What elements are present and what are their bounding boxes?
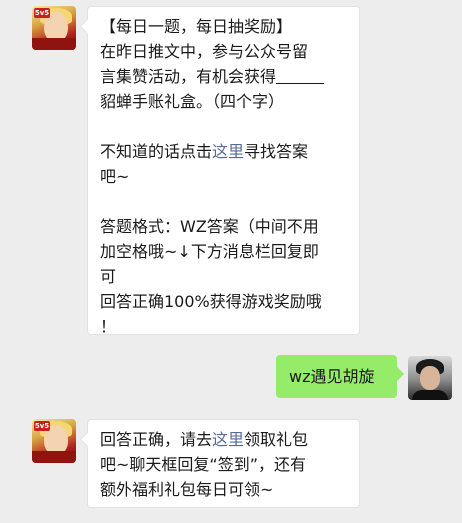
message-text: 不知道的话点击	[100, 142, 213, 161]
message-bubble-question: 【每日一题，每日抽奖励】 在昨日推文中，参与公众号留 言集赞活动，有机会获得 貂…	[87, 6, 360, 336]
message-line: 吧~	[100, 167, 130, 186]
message-line: 回答正确，请去这里领取礼包	[100, 427, 349, 452]
game-badge-icon: 5v5	[34, 421, 50, 431]
reward-link[interactable]: 这里	[212, 430, 244, 449]
message-line: 加空格哦~↓下方消息栏回复即	[100, 242, 319, 261]
empty-line	[100, 114, 349, 139]
message-text: 寻找答案	[244, 142, 309, 161]
message-bubble-reward: 回答正确，请去这里领取礼包 吧~聊天框回复“签到”，还有 额外福利礼包每日可领~	[87, 419, 360, 508]
user-face	[420, 366, 440, 390]
hero-armor	[32, 451, 76, 463]
message-bubble-user-answer: wz遇见胡旋	[276, 355, 397, 398]
message-line: 貂蝉手账礼盒。（四个字）	[100, 92, 285, 111]
message-line: 【每日一题，每日抽奖励】	[100, 17, 293, 36]
message-text: 言集赞活动，有机会获得	[100, 67, 277, 86]
message-line: 额外福利礼包每日可领~	[100, 480, 274, 499]
message-line: wz遇见胡旋	[289, 367, 375, 386]
message-line: 回答正确100%获得游戏奖励哦	[100, 292, 322, 311]
message-line: 不知道的话点击这里寻找答案	[100, 139, 349, 164]
hero-armor	[32, 38, 76, 50]
message-line: 言集赞活动，有机会获得	[100, 64, 349, 89]
empty-line	[100, 189, 349, 214]
message-line: 吧~聊天框回复“签到”，还有	[100, 455, 306, 474]
message-line: ！	[100, 317, 117, 336]
message-line: 在昨日推文中，参与公众号留	[100, 42, 309, 61]
user-body	[412, 390, 448, 400]
user-avatar[interactable]	[408, 356, 452, 400]
game-account-avatar[interactable]: 5v5	[32, 6, 76, 50]
game-account-avatar[interactable]: 5v5	[32, 419, 76, 463]
message-text: 回答正确，请去	[100, 430, 213, 449]
message-line: 可	[100, 267, 117, 286]
answer-link[interactable]: 这里	[212, 142, 244, 161]
answer-blank	[276, 65, 325, 84]
message-line: 答题格式：WZ答案（中间不用	[100, 217, 319, 236]
message-text: 领取礼包	[244, 430, 309, 449]
game-badge-icon: 5v5	[34, 8, 50, 18]
